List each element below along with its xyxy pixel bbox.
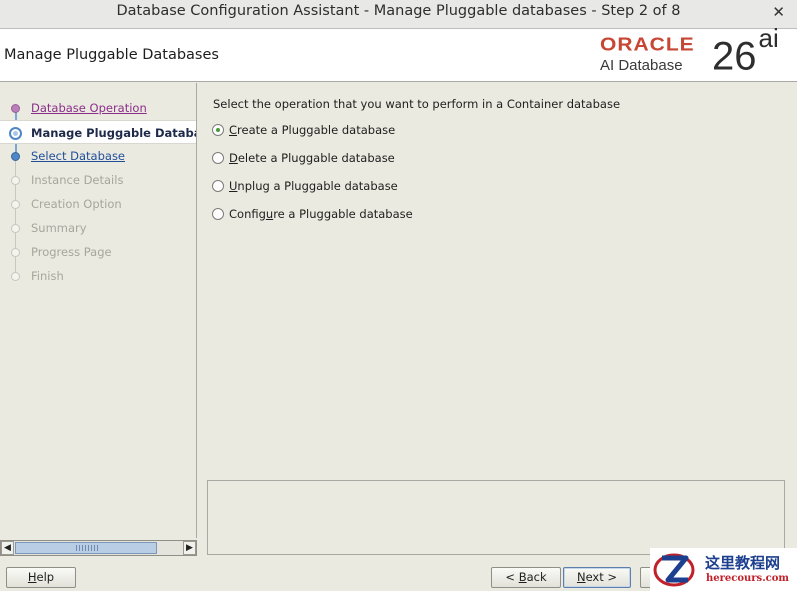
version-number: 26ai <box>712 25 779 79</box>
nav-horizontal-scrollbar[interactable]: ◀ ▶ <box>0 540 197 556</box>
back-button[interactable]: < Back <box>491 567 561 588</box>
step-pending-icon <box>11 272 20 281</box>
mnemonic: D <box>229 151 238 165</box>
option-delete-pluggable[interactable]: Delete a Pluggable database <box>212 149 512 167</box>
step-navigation: Database Operation Manage Pluggable Data… <box>0 83 197 538</box>
option-label-rest: elete a Pluggable database <box>237 151 395 165</box>
mnemonic: C <box>229 123 238 137</box>
button-label-pre: < <box>505 570 519 584</box>
radio-unselected-icon[interactable] <box>212 208 224 220</box>
nav-step-label: Instance Details <box>31 173 124 187</box>
main-panel: Select the operation that you want to pe… <box>198 83 797 556</box>
nav-step-label: Select Database <box>31 149 126 163</box>
watermark-chinese-text: 这里教程网 <box>705 554 781 572</box>
watermark-logo-icon <box>653 553 695 587</box>
button-label-rest: elp <box>36 570 55 584</box>
nav-step-label: Database Operation <box>31 101 147 115</box>
step-pending-icon <box>11 224 20 233</box>
scrollbar-thumb[interactable] <box>15 542 157 554</box>
product-name: AI Database <box>600 57 683 74</box>
radio-unselected-icon[interactable] <box>212 152 224 164</box>
page-title: Manage Pluggable Databases <box>4 47 219 63</box>
nav-step-summary: Summary <box>0 216 196 240</box>
step-pending-icon <box>11 176 20 185</box>
watermark-domain-text: herecours.com <box>706 573 790 584</box>
mnemonic: N <box>576 570 586 584</box>
option-label-rest: re a Pluggable database <box>273 207 413 221</box>
step-pending-icon <box>11 200 20 209</box>
option-label: Create a Pluggable database <box>229 121 395 139</box>
step-pending-icon <box>11 248 20 257</box>
option-label: Delete a Pluggable database <box>229 149 395 167</box>
option-label: Unplug a Pluggable database <box>229 177 398 195</box>
oracle-logo: ORACLE AI Database 26ai <box>600 25 790 79</box>
next-button[interactable]: Next > <box>563 567 631 588</box>
finish-button-partial[interactable] <box>640 567 650 588</box>
close-icon[interactable]: ✕ <box>772 3 785 21</box>
nav-step-label: Manage Pluggable Databases <box>31 126 196 140</box>
page-header: Manage Pluggable Databases ORACLE AI Dat… <box>0 25 797 82</box>
version-major: 26 <box>712 34 757 79</box>
option-label: Configure a Pluggable database <box>229 205 413 223</box>
radio-unselected-icon[interactable] <box>212 180 224 192</box>
mnemonic: H <box>27 570 37 584</box>
nav-step-label: Progress Page <box>31 245 112 259</box>
mnemonic: B <box>518 570 527 584</box>
radio-selected-icon[interactable] <box>212 124 224 136</box>
window-title: Database Configuration Assistant - Manag… <box>116 3 681 19</box>
nav-step-label: Summary <box>31 221 87 235</box>
watermark: 这里教程网 herecours.com <box>650 548 797 591</box>
instruction-text: Select the operation that you want to pe… <box>213 97 621 111</box>
option-label-rest: reate a Pluggable database <box>237 123 396 137</box>
help-button[interactable]: Help <box>6 567 76 588</box>
option-create-pluggable[interactable]: Create a Pluggable database <box>212 121 512 139</box>
option-label-rest: nplug a Pluggable database <box>237 179 398 193</box>
step-visited-icon <box>11 104 20 113</box>
nav-step-finish: Finish <box>0 264 196 288</box>
option-label-pre: Config <box>229 207 266 221</box>
nav-step-label: Finish <box>31 269 64 283</box>
nav-step-progress-page: Progress Page <box>0 240 196 264</box>
nav-step-select-database[interactable]: Select Database <box>0 144 196 168</box>
oracle-brand-text: ORACLE <box>600 35 695 55</box>
scroll-right-icon[interactable]: ▶ <box>183 541 196 555</box>
option-unplug-pluggable[interactable]: Unplug a Pluggable database <box>212 177 512 195</box>
details-panel <box>207 480 785 555</box>
button-label-rest: ack <box>526 570 547 584</box>
nav-step-creation-option: Creation Option <box>0 192 196 216</box>
window-titlebar: Database Configuration Assistant - Manag… <box>0 0 797 29</box>
nav-step-label: Creation Option <box>31 197 122 211</box>
step-link-icon <box>11 152 20 161</box>
nav-step-manage-pluggable-databases[interactable]: Manage Pluggable Databases <box>0 120 196 144</box>
scroll-left-icon[interactable]: ◀ <box>1 541 14 555</box>
option-configure-pluggable[interactable]: Configure a Pluggable database <box>212 205 512 223</box>
step-current-icon <box>9 127 22 140</box>
version-suffix: ai <box>758 23 779 53</box>
scrollbar-grip <box>76 545 98 551</box>
button-label-rest: ext > <box>585 570 618 584</box>
nav-step-instance-details: Instance Details <box>0 168 196 192</box>
nav-step-database-operation[interactable]: Database Operation <box>0 96 196 120</box>
